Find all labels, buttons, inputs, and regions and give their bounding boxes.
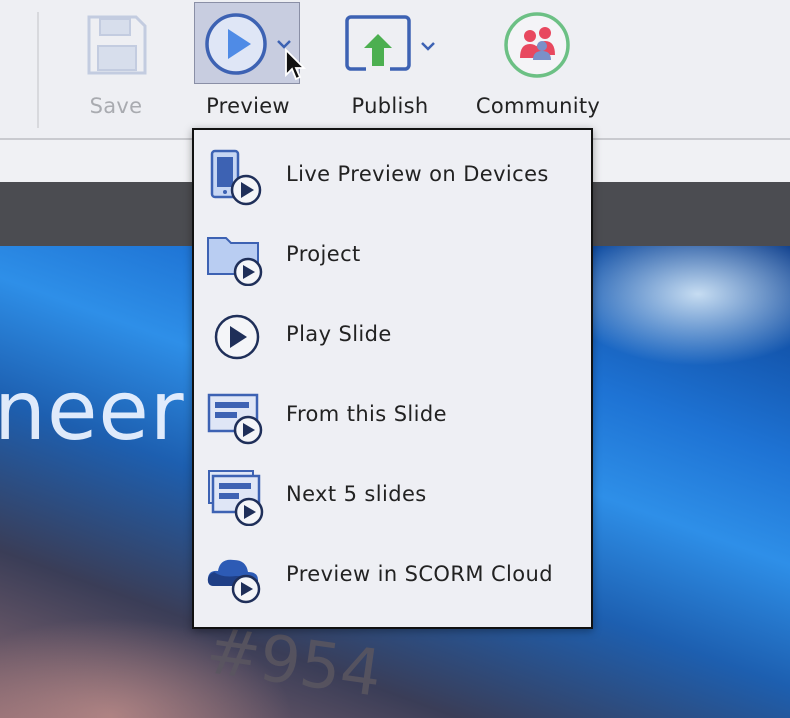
slide-play-icon xyxy=(207,393,263,445)
device-preview-icon xyxy=(210,149,262,206)
menu-item-label: Project xyxy=(286,242,361,266)
menu-item-label: From this Slide xyxy=(286,402,447,426)
community-button[interactable]: Community xyxy=(470,0,606,128)
cloud-play-icon xyxy=(207,559,261,604)
save-button[interactable]: Save xyxy=(70,0,162,128)
toolbar-divider xyxy=(37,12,39,128)
slides-stack-play-icon xyxy=(208,470,264,526)
chevron-down-icon[interactable] xyxy=(420,40,436,52)
menu-item-play-slide[interactable]: Play Slide xyxy=(194,294,591,374)
preview-dropdown-menu: Live Preview on Devices Project Play Sli… xyxy=(192,128,593,629)
main-toolbar: Save Preview Publish Community xyxy=(0,0,790,140)
publish-button[interactable]: Publish xyxy=(330,0,450,128)
slide-title-text: neeri xyxy=(0,364,209,459)
mouse-cursor-icon xyxy=(285,48,306,81)
publish-upload-icon xyxy=(345,15,411,74)
menu-item-live-preview-devices[interactable]: Live Preview on Devices xyxy=(194,134,591,214)
community-label: Community xyxy=(475,94,601,118)
play-circle-icon xyxy=(214,314,260,360)
menu-item-preview-scorm-cloud[interactable]: Preview in SCORM Cloud xyxy=(194,534,591,614)
menu-item-project[interactable]: Project xyxy=(194,214,591,294)
preview-label: Preview xyxy=(206,94,290,118)
save-disk-icon xyxy=(87,15,147,75)
community-people-icon xyxy=(504,12,570,78)
menu-item-label: Next 5 slides xyxy=(286,482,427,506)
publish-label: Publish xyxy=(351,94,429,118)
folder-play-icon xyxy=(207,237,263,286)
menu-item-from-this-slide[interactable]: From this Slide xyxy=(194,374,591,454)
play-circle-icon xyxy=(205,13,267,75)
menu-item-next-5-slides[interactable]: Next 5 slides xyxy=(194,454,591,534)
menu-item-label: Live Preview on Devices xyxy=(286,162,549,186)
save-label: Save xyxy=(89,94,143,118)
slide-glow xyxy=(560,246,790,366)
menu-item-label: Play Slide xyxy=(286,322,392,346)
menu-item-label: Preview in SCORM Cloud xyxy=(286,562,553,586)
